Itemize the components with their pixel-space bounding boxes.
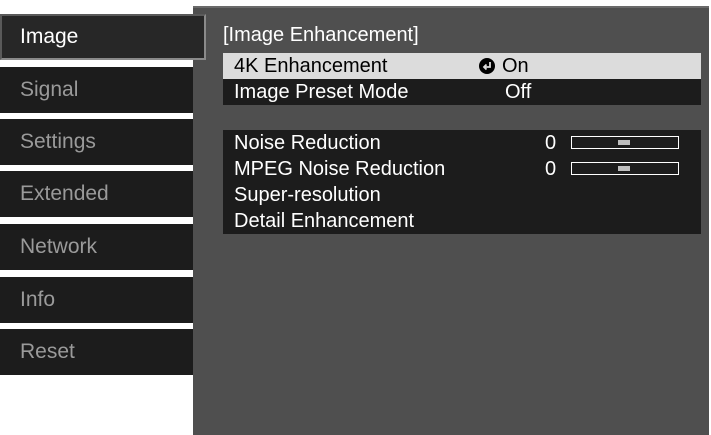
noise-reduction-slider[interactable] bbox=[571, 136, 679, 149]
tab-image[interactable]: Image bbox=[0, 14, 206, 60]
menu-item-super-resolution[interactable]: Super-resolution bbox=[223, 182, 701, 208]
tab-extended[interactable]: Extended bbox=[0, 171, 193, 217]
item-label: Super-resolution bbox=[234, 184, 381, 206]
item-label: Detail Enhancement bbox=[234, 210, 415, 232]
item-value: On bbox=[502, 55, 529, 77]
menu-item-mpeg-noise-reduction[interactable]: MPEG Noise Reduction 0 bbox=[223, 156, 701, 182]
item-value: Off bbox=[505, 81, 532, 103]
panel-title: [Image Enhancement] bbox=[223, 24, 419, 46]
tab-signal[interactable]: Signal bbox=[0, 67, 193, 113]
enter-icon bbox=[479, 58, 495, 74]
slider-thumb[interactable] bbox=[618, 166, 630, 171]
item-label: Image Preset Mode bbox=[234, 81, 409, 103]
settings-panel: [Image Enhancement] 4K Enhancement On Im… bbox=[193, 6, 709, 435]
tab-reset[interactable]: Reset bbox=[0, 329, 193, 375]
slider-thumb[interactable] bbox=[618, 140, 630, 145]
item-label: MPEG Noise Reduction bbox=[234, 158, 446, 180]
item-label: 4K Enhancement bbox=[234, 55, 388, 77]
menu-item-4k-enhancement[interactable]: 4K Enhancement On bbox=[223, 53, 701, 79]
menu-item-detail-enhancement[interactable]: Detail Enhancement bbox=[223, 208, 701, 234]
tab-network[interactable]: Network bbox=[0, 224, 193, 270]
item-value: 0 bbox=[545, 158, 557, 180]
item-value: 0 bbox=[545, 132, 557, 154]
item-label: Noise Reduction bbox=[234, 132, 381, 154]
menu-item-noise-reduction[interactable]: Noise Reduction 0 bbox=[223, 130, 701, 156]
mpeg-noise-reduction-slider[interactable] bbox=[571, 162, 679, 175]
menu-item-image-preset-mode[interactable]: Image Preset Mode Off bbox=[223, 79, 701, 105]
tab-settings[interactable]: Settings bbox=[0, 119, 193, 165]
tab-info[interactable]: Info bbox=[0, 277, 193, 323]
